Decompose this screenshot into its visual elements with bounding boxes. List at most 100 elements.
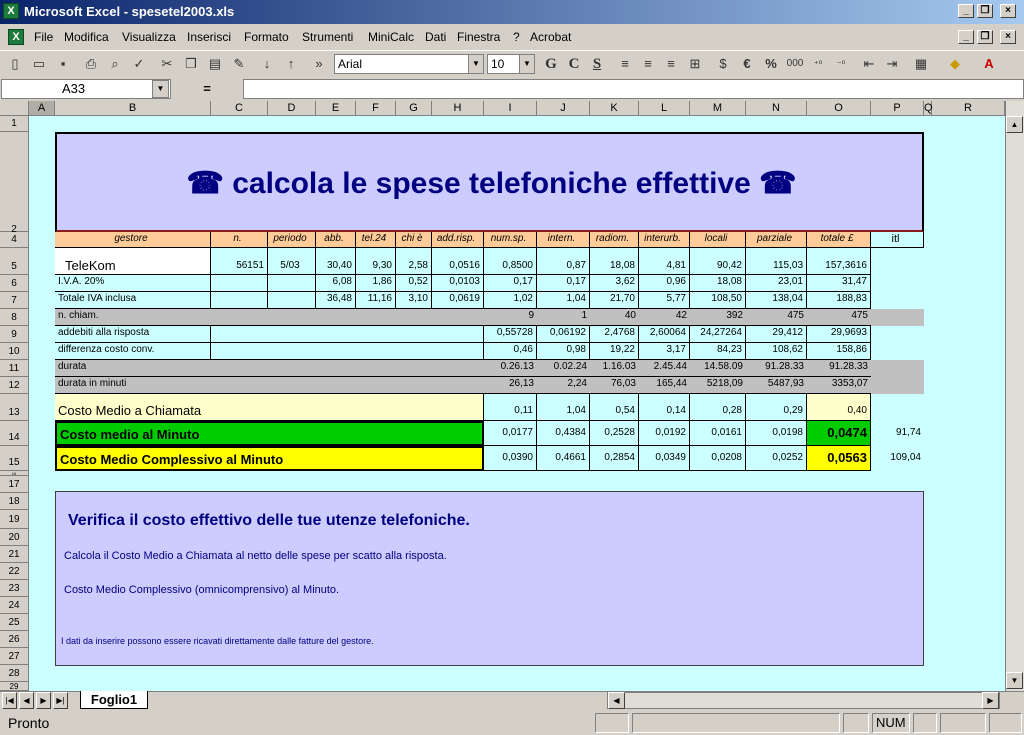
data-cell[interactable]: 157,3616	[807, 248, 871, 275]
vertical-scrollbar[interactable]: ▲ ▼	[1005, 101, 1024, 691]
row-label[interactable]: n. chiam.	[55, 309, 484, 326]
data-cell[interactable]: 1.16.03	[590, 360, 639, 377]
data-cell[interactable]: 0,0208	[690, 446, 746, 471]
row-header[interactable]: 6	[0, 275, 29, 292]
prev-sheet-icon[interactable]: ◀	[19, 692, 34, 709]
data-cell[interactable]: 165,44	[639, 377, 690, 394]
row-header[interactable]: 25	[0, 614, 29, 631]
data-cell[interactable]: 0,11	[484, 394, 537, 421]
data-cell[interactable]: 3,10	[396, 292, 432, 309]
data-cell[interactable]: 3353,07	[807, 377, 871, 394]
scroll-down-icon[interactable]: ▼	[1006, 672, 1023, 689]
col-header[interactable]: K	[590, 101, 639, 116]
data-cell[interactable]: 24,27264	[690, 326, 746, 343]
header-cell[interactable]: add.risp.	[432, 232, 484, 248]
col-header[interactable]: F	[356, 101, 396, 116]
data-cell[interactable]: 56151	[211, 248, 268, 275]
data-cell[interactable]: 0,40	[807, 394, 871, 421]
data-cell[interactable]: 188,83	[807, 292, 871, 309]
data-cell[interactable]: 40	[590, 309, 639, 326]
col-header[interactable]: O	[807, 101, 871, 116]
data-cell[interactable]: 0,2528	[590, 421, 639, 446]
row-header[interactable]: 21	[0, 546, 29, 563]
data-cell[interactable]: 0,28	[690, 394, 746, 421]
data-cell[interactable]: 475	[807, 309, 871, 326]
data-cell[interactable]: 5218,09	[690, 377, 746, 394]
col-header[interactable]: A	[29, 101, 55, 116]
data-cell[interactable]	[211, 343, 484, 360]
next-sheet-icon[interactable]: ▶	[36, 692, 51, 709]
sort-asc-icon[interactable]: ↓	[258, 55, 276, 73]
data-cell[interactable]: 36,48	[316, 292, 356, 309]
align-center-icon[interactable]: ≡	[639, 55, 657, 73]
row-label[interactable]: Costo Medio Complessivo al Minuto	[55, 446, 484, 471]
row-header[interactable]: 2	[0, 132, 29, 235]
menu-finestra[interactable]: Finestra	[457, 30, 500, 44]
data-cell[interactable]: 11,16	[356, 292, 396, 309]
title-cell[interactable]: ☎ calcola le spese telefoniche effettive…	[55, 132, 924, 232]
data-cell[interactable]: 0,0192	[639, 421, 690, 446]
row-header[interactable]: 12	[0, 377, 29, 394]
sort-desc-icon[interactable]: ↑	[282, 55, 300, 73]
italic-button[interactable]: C	[565, 55, 583, 73]
data-cell[interactable]: 84,23	[690, 343, 746, 360]
row-header[interactable]: 27	[0, 648, 29, 665]
data-cell[interactable]: 0,14	[639, 394, 690, 421]
spelling-icon[interactable]: ✓	[130, 55, 148, 73]
header-cell[interactable]: itl	[871, 232, 924, 248]
fill-color-icon[interactable]: ◆	[946, 55, 964, 73]
row-header[interactable]: 23	[0, 580, 29, 597]
col-header[interactable]: N	[746, 101, 807, 116]
data-cell[interactable]: 3,17	[639, 343, 690, 360]
data-cell[interactable]: 0,0516	[432, 248, 484, 275]
doc-restore-button[interactable]: ❐	[977, 30, 993, 44]
borders-icon[interactable]: ▦	[912, 55, 930, 73]
data-cell[interactable]: 5,77	[639, 292, 690, 309]
data-cell[interactable]: 0,46	[484, 343, 537, 360]
header-cell[interactable]: locali	[690, 232, 746, 248]
row-header[interactable]: 24	[0, 597, 29, 614]
row-header[interactable]: 1	[0, 116, 29, 132]
row-header[interactable]: 17	[0, 476, 29, 493]
menu-help[interactable]: ?	[513, 30, 520, 44]
name-box[interactable]: A33	[1, 79, 171, 99]
bold-button[interactable]: G	[542, 55, 560, 73]
gestore-cell[interactable]: TeleKom	[55, 248, 211, 275]
font-select[interactable]: Arial ▼	[334, 54, 484, 74]
menu-dati[interactable]: Dati	[425, 30, 446, 44]
row-header[interactable]: 4	[0, 232, 29, 248]
col-header[interactable]: C	[211, 101, 268, 116]
data-cell[interactable]	[268, 275, 316, 292]
col-header[interactable]: B	[55, 101, 211, 116]
data-cell[interactable]: 2,24	[537, 377, 590, 394]
header-cell[interactable]: chi è	[396, 232, 432, 248]
close-button[interactable]: ×	[1000, 4, 1016, 18]
scroll-up-icon[interactable]: ▲	[1006, 116, 1023, 133]
header-cell[interactable]: tel.24	[356, 232, 396, 248]
row-header[interactable]: 28	[0, 665, 29, 682]
horizontal-scrollbar[interactable]: ◀ ▶	[607, 692, 1000, 709]
data-cell[interactable]: 14.58.09	[690, 360, 746, 377]
doc-close-button[interactable]: ×	[1000, 30, 1016, 44]
data-cell[interactable]: 21,70	[590, 292, 639, 309]
menu-visualizza[interactable]: Visualizza	[122, 30, 176, 44]
thousands-icon[interactable]: 000	[786, 55, 804, 73]
data-cell[interactable]: 108,62	[746, 343, 807, 360]
data-cell[interactable]: 3,62	[590, 275, 639, 292]
row-header[interactable]: 22	[0, 563, 29, 580]
data-cell[interactable]: 2,60064	[639, 326, 690, 343]
data-cell[interactable]: 0,0252	[746, 446, 807, 471]
row-header[interactable]: 26	[0, 631, 29, 648]
col-header[interactable]: I	[484, 101, 537, 116]
data-cell[interactable]: 115,03	[746, 248, 807, 275]
header-cell[interactable]: n.	[211, 232, 268, 248]
menu-inserisci[interactable]: Inserisci	[187, 30, 231, 44]
data-cell[interactable]: 5/03	[268, 248, 316, 275]
merge-center-icon[interactable]: ⊞	[686, 55, 704, 73]
data-cell[interactable]: 18,08	[590, 248, 639, 275]
col-header[interactable]: R	[932, 101, 1005, 116]
data-cell[interactable]: 4,81	[639, 248, 690, 275]
chevron-down-icon[interactable]: ▼	[519, 55, 534, 73]
percent-icon[interactable]: %	[762, 55, 780, 73]
col-header[interactable]: P	[871, 101, 924, 116]
